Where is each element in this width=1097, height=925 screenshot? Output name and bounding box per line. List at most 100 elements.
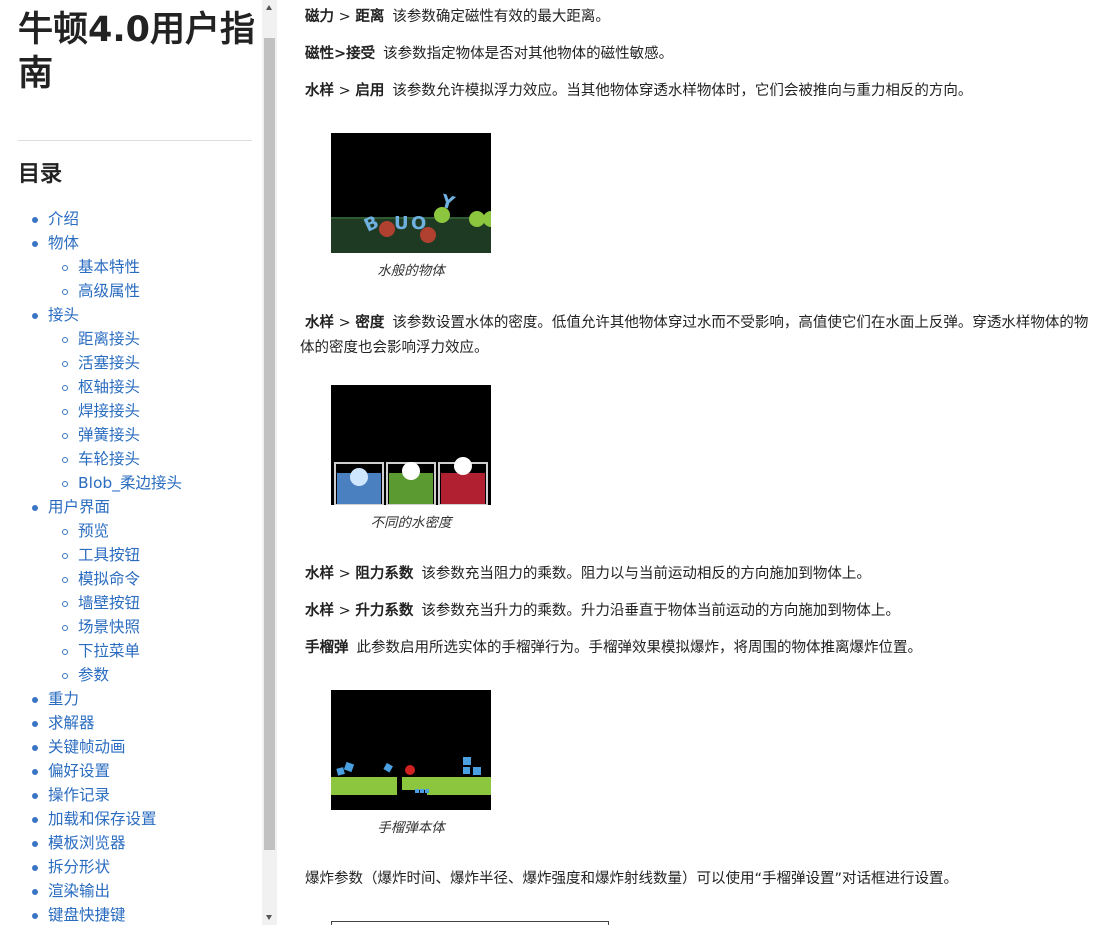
table-of-contents: 介绍物体基本特性高级属性接头距离接头活塞接头枢轴接头焊接接头弹簧接头车轮接头 Bl… bbox=[0, 207, 262, 925]
toc-item: 物体 bbox=[0, 231, 262, 255]
toc-link[interactable]: 车轮接头 bbox=[78, 450, 140, 468]
bullet-circle-icon bbox=[62, 481, 68, 487]
toc-link[interactable]: 参数 bbox=[78, 666, 109, 684]
toc-link[interactable]: 拆分形状 bbox=[48, 858, 110, 876]
bullet-disc-icon bbox=[32, 745, 38, 751]
param-water-enable: 水样 > 启用 该参数允许模拟浮力效应。当其他物体穿透水样物体时，它们会被推向与重… bbox=[305, 79, 972, 104]
param-separator: > bbox=[338, 566, 351, 582]
figure-water-like-object: B U O Y 水般的物体 bbox=[331, 133, 491, 280]
param-description: 该参数设置水体的密度。低值允许其他物体穿过水而不受影响，高值使它们在水面上反弹。… bbox=[300, 315, 1089, 356]
toc-item: 弹簧接头 bbox=[0, 423, 262, 447]
param-water-density: 水样 > 密度 该参数设置水体的密度。低值允许其他物体穿过水而不受影响，高值使它们… bbox=[300, 311, 1097, 361]
param-separator: > bbox=[338, 603, 351, 619]
toc-link[interactable]: 枢轴接头 bbox=[78, 378, 140, 396]
param-magnet-receive: 磁性>接受 该参数指定物体是否对其他物体的磁性敏感。 bbox=[305, 42, 673, 67]
toc-link[interactable]: 求解器 bbox=[48, 714, 95, 732]
toc-link[interactable]: 介绍 bbox=[48, 210, 79, 228]
sidebar-scrollbar[interactable] bbox=[262, 0, 277, 925]
toc-item: 场景快照 bbox=[0, 615, 262, 639]
scroll-up-arrow-icon[interactable] bbox=[262, 0, 277, 16]
toc-link[interactable]: 模板浏览器 bbox=[48, 834, 126, 852]
param-term: 磁力 bbox=[305, 9, 334, 25]
toc-link[interactable]: 重力 bbox=[48, 690, 79, 708]
toc-link[interactable]: 基本特性 bbox=[78, 258, 140, 276]
param-term: 启用 bbox=[355, 83, 385, 99]
bullet-disc-icon bbox=[32, 913, 38, 919]
param-term: 阻力系数 bbox=[355, 566, 414, 582]
figure-image bbox=[331, 385, 491, 505]
toc-link[interactable]: 弹簧接头 bbox=[78, 426, 140, 444]
doc-title: 牛顿4.0用户指南 bbox=[18, 10, 256, 94]
param-term: 距离 bbox=[355, 9, 385, 25]
bullet-circle-icon bbox=[62, 649, 68, 655]
toc-link[interactable]: 距离接头 bbox=[78, 330, 140, 348]
toc-link[interactable]: 墙壁按钮 bbox=[78, 594, 140, 612]
toc-item: 用户界面 bbox=[0, 495, 262, 519]
toc-link[interactable]: 渲染输出 bbox=[48, 882, 110, 900]
toc-item: 求解器 bbox=[0, 711, 262, 735]
toc-link[interactable]: 模拟命令 bbox=[78, 570, 140, 588]
param-term: 密度 bbox=[355, 315, 385, 331]
toc-item: 工具按钮 bbox=[0, 543, 262, 567]
scroll-down-arrow-icon[interactable] bbox=[262, 909, 277, 925]
bullet-disc-icon bbox=[32, 769, 38, 775]
buoy-letter: U bbox=[394, 213, 409, 234]
bullet-circle-icon bbox=[62, 433, 68, 439]
param-separator: > bbox=[338, 83, 351, 99]
figure-caption: 水般的物体 bbox=[377, 263, 445, 279]
toc-item: Blob_柔边接头 bbox=[0, 471, 262, 495]
param-term: 水样 bbox=[305, 83, 334, 99]
toc-link[interactable]: 焊接接头 bbox=[78, 402, 140, 420]
toc-link[interactable]: 物体 bbox=[48, 234, 79, 252]
toc-item: 模拟命令 bbox=[0, 567, 262, 591]
bullet-disc-icon bbox=[32, 505, 38, 511]
param-separator: > bbox=[338, 9, 351, 25]
toc-item: 活塞接头 bbox=[0, 351, 262, 375]
toc-item: 焊接接头 bbox=[0, 399, 262, 423]
toc-link[interactable]: 加载和保存设置 bbox=[48, 810, 157, 828]
param-magnet-distance: 磁力 > 距离 该参数确定磁性有效的最大距离。 bbox=[305, 5, 610, 30]
toc-link[interactable]: 预览 bbox=[78, 522, 109, 540]
bullet-disc-icon bbox=[32, 817, 38, 823]
scrollbar-thumb[interactable] bbox=[264, 38, 275, 850]
toc-link[interactable]: 接头 bbox=[48, 306, 79, 324]
bullet-disc-icon bbox=[32, 217, 38, 223]
toc-item: 枢轴接头 bbox=[0, 375, 262, 399]
toc-link[interactable]: 活塞接头 bbox=[78, 354, 140, 372]
toc-link[interactable]: 下拉菜单 bbox=[78, 642, 140, 660]
sidebar: 牛顿4.0用户指南 目录 介绍物体基本特性高级属性接头距离接头活塞接头枢轴接头焊… bbox=[0, 0, 262, 925]
toc-link[interactable]: 操作记录 bbox=[48, 786, 110, 804]
toc-link[interactable]: 用户界面 bbox=[48, 498, 110, 516]
bullet-circle-icon bbox=[62, 337, 68, 343]
toc-item: 关键帧动画 bbox=[0, 735, 262, 759]
toc-item: 车轮接头 bbox=[0, 447, 262, 471]
bullet-circle-icon bbox=[62, 529, 68, 535]
toc-link[interactable]: 关键帧动画 bbox=[48, 738, 126, 756]
toc-heading: 目录 bbox=[18, 162, 63, 187]
toc-item: 介绍 bbox=[0, 207, 262, 231]
toc-link[interactable]: 场景快照 bbox=[78, 618, 140, 636]
param-description: 此参数启用所选实体的手榴弹行为。手榴弹效果模拟爆炸，将周围的物体推离爆炸位置。 bbox=[356, 640, 923, 656]
bullet-circle-icon bbox=[62, 577, 68, 583]
bullet-circle-icon bbox=[62, 673, 68, 679]
toc-link[interactable]: 键盘快捷键 bbox=[48, 906, 126, 924]
figure-caption: 手榴弹本体 bbox=[377, 820, 445, 836]
bullet-circle-icon bbox=[62, 385, 68, 391]
param-separator: > bbox=[338, 315, 351, 331]
toc-item: 键盘快捷键 bbox=[0, 903, 262, 925]
dialog-image-frame bbox=[331, 921, 609, 925]
bullet-circle-icon bbox=[62, 457, 68, 463]
toc-link[interactable]: 高级属性 bbox=[78, 282, 140, 300]
toc-link[interactable]: 工具按钮 bbox=[78, 546, 140, 564]
toc-link[interactable]: Blob_柔边接头 bbox=[78, 474, 182, 492]
bullet-circle-icon bbox=[62, 553, 68, 559]
param-term: 手榴弹 bbox=[305, 640, 349, 656]
toc-item: 基本特性 bbox=[0, 255, 262, 279]
toc-item: 预览 bbox=[0, 519, 262, 543]
param-description: 该参数充当阻力的乘数。阻力以与当前运动相反的方向施加到物体上。 bbox=[421, 566, 871, 582]
toc-item: 接头 bbox=[0, 303, 262, 327]
param-description: 该参数充当升力的乘数。升力沿垂直于物体当前运动的方向施加到物体上。 bbox=[421, 603, 900, 619]
param-lift: 水样 > 升力系数 该参数充当升力的乘数。升力沿垂直于物体当前运动的方向施加到物体… bbox=[305, 599, 900, 624]
figure-water-density: 不同的水密度 bbox=[331, 385, 491, 532]
toc-link[interactable]: 偏好设置 bbox=[48, 762, 110, 780]
